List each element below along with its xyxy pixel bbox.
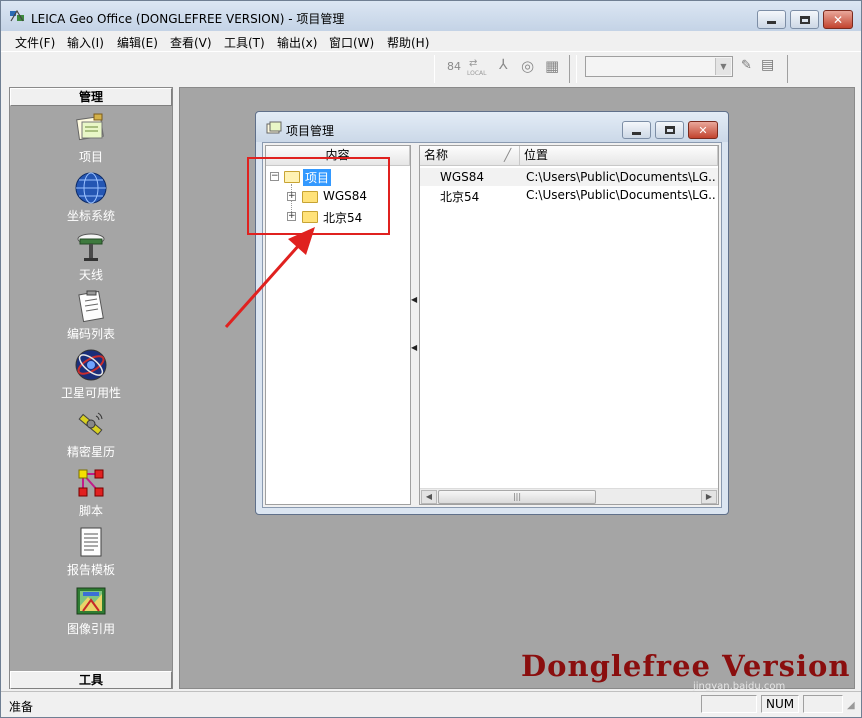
maximize-button[interactable] (790, 10, 819, 29)
status-cell-empty (803, 695, 843, 713)
nav-item-precise-ephemeris[interactable]: 精密星历 (10, 407, 172, 465)
horizontal-scrollbar[interactable]: ◀ ||| ▶ (420, 488, 718, 504)
watermark-text: Donglefree Version (521, 649, 851, 683)
minimize-button[interactable] (757, 10, 786, 29)
nav-label-code-list: 编码列表 (66, 327, 115, 341)
menu-window[interactable]: 窗口(W) (329, 34, 374, 51)
column-header-name[interactable]: 名称 ╱ (420, 146, 520, 166)
nav-label-satellite-availability: 卫星可用性 (60, 386, 121, 400)
nav-label-precise-ephemeris: 精密星历 (66, 445, 115, 459)
list-pane: 名称 ╱ 位置 WGS84 C:\Users\Public\Documents\… (419, 145, 719, 505)
minimize-icon (767, 21, 776, 24)
menu-file[interactable]: 文件(F) (15, 34, 55, 51)
child-minimize-button[interactable] (622, 121, 651, 139)
script-icon (78, 469, 104, 497)
toolbar-combo-select[interactable]: ▼ (585, 56, 733, 77)
nav-item-code-list[interactable]: 编码列表 (10, 289, 172, 347)
scroll-right-icon[interactable]: ▶ (701, 490, 717, 504)
close-icon: ✕ (832, 12, 844, 27)
annotation-arrow (224, 227, 315, 328)
nav-item-image-reference[interactable]: 图像引用 (10, 584, 172, 642)
project-management-icon (266, 121, 282, 134)
child-close-button[interactable]: ✕ (688, 121, 718, 139)
edit-tool-icon[interactable]: ✎ (741, 58, 752, 73)
nav-item-satellite-availability[interactable]: 卫星可用性 (10, 348, 172, 406)
satellite-orbit-icon (75, 349, 107, 381)
child-window-title: 项目管理 (286, 124, 335, 138)
child-title-bar[interactable]: 项目管理 ✕ (256, 112, 728, 142)
panel-header-manage[interactable]: 管理 (10, 88, 172, 106)
nav-item-project[interactable]: 项目 (10, 112, 172, 170)
splitter-arrow-icon: ◀ (411, 295, 418, 304)
management-panel: 管理 项目 坐标系统 天线 编码列表 卫星可用性 精密星历 脚本 报告模板 图像… (9, 87, 173, 689)
properties-tool-icon[interactable]: ▤ (761, 57, 774, 73)
row-location: C:\Users\Public\Documents\LG... (526, 188, 716, 202)
grid-tool-icon[interactable]: ▦ (545, 57, 559, 75)
angle-tool-icon[interactable]: ⅄ (499, 57, 508, 73)
local-label: LOCAL (467, 70, 487, 77)
nav-label-coordinate-system: 坐标系统 (66, 209, 115, 223)
column-header-name-label: 名称 (424, 148, 449, 162)
app-icon (10, 9, 24, 22)
antenna-icon (77, 233, 105, 261)
splitter-arrow-icon: ◀ (411, 343, 418, 352)
row-name: WGS84 (440, 170, 485, 184)
close-button[interactable]: ✕ (823, 10, 853, 29)
menu-tools[interactable]: 工具(T) (224, 34, 265, 51)
project-icon (76, 113, 104, 141)
resize-grip-icon[interactable]: ◢ (847, 700, 855, 711)
scroll-thumb[interactable]: ||| (438, 490, 596, 504)
menu-output[interactable]: 输出(x) (277, 34, 317, 51)
nav-item-antenna[interactable]: 天线 (10, 230, 172, 288)
chevron-down-icon[interactable]: ▼ (715, 58, 731, 75)
minimize-icon (632, 131, 641, 135)
nav-label-report-template: 报告模板 (66, 563, 115, 577)
nav-label-antenna: 天线 (78, 268, 103, 282)
panel-header-tools[interactable]: 工具 (10, 671, 172, 689)
nav-item-report-template[interactable]: 报告模板 (10, 525, 172, 583)
menu-help[interactable]: 帮助(H) (387, 34, 429, 51)
status-text: 准备 (9, 700, 34, 714)
menu-import[interactable]: 输入(I) (67, 34, 104, 51)
image-icon (76, 587, 106, 615)
sort-indicator-icon: ╱ (504, 148, 512, 162)
globe-tool-icon[interactable]: ◎ (521, 57, 534, 75)
menu-bar: 文件(F) 输入(I) 编辑(E) 查看(V) 工具(T) 输出(x) 窗口(W… (1, 32, 861, 50)
maximize-icon (799, 15, 810, 24)
maximize-icon (664, 126, 675, 134)
main-window: LEICA Geo Office (DONGLEFREE VERSION) - … (0, 0, 862, 718)
row-location: C:\Users\Public\Documents\LG... (526, 170, 716, 184)
close-icon: ✕ (698, 123, 708, 137)
menu-edit[interactable]: 编辑(E) (117, 34, 158, 51)
status-num-indicator: NUM (761, 695, 799, 713)
status-bar: 准备 NUM ◢ (1, 691, 861, 717)
title-bar[interactable]: LEICA Geo Office (DONGLEFREE VERSION) - … (1, 1, 861, 31)
menu-view[interactable]: 查看(V) (170, 34, 212, 51)
scroll-left-icon[interactable]: ◀ (421, 490, 437, 504)
column-header-location[interactable]: 位置 (520, 146, 718, 166)
local-coordinate-icon: ⇄ (469, 58, 478, 69)
nav-item-coordinate-system[interactable]: 坐标系统 (10, 171, 172, 229)
nav-label-image-reference: 图像引用 (66, 622, 115, 636)
nav-label-script: 脚本 (78, 504, 103, 518)
globe-icon (75, 172, 107, 204)
table-row[interactable]: WGS84 C:\Users\Public\Documents\LG... (420, 168, 718, 186)
child-maximize-button[interactable] (655, 121, 684, 139)
clipboard-icon (78, 290, 104, 323)
table-row[interactable]: 北京54 C:\Users\Public\Documents\LG... (420, 186, 718, 204)
row-name: 北京54 (440, 190, 480, 204)
nav-label-project: 项目 (78, 150, 103, 164)
nav-item-script[interactable]: 脚本 (10, 466, 172, 524)
satellite-icon (78, 412, 103, 436)
coordinate-84-button[interactable]: 84 (447, 60, 461, 73)
window-title: LEICA Geo Office (DONGLEFREE VERSION) - … (31, 12, 345, 26)
status-cell-empty (701, 695, 757, 713)
local-coordinate-button[interactable]: ⇄ LOCAL (467, 57, 487, 79)
report-icon (80, 527, 102, 557)
